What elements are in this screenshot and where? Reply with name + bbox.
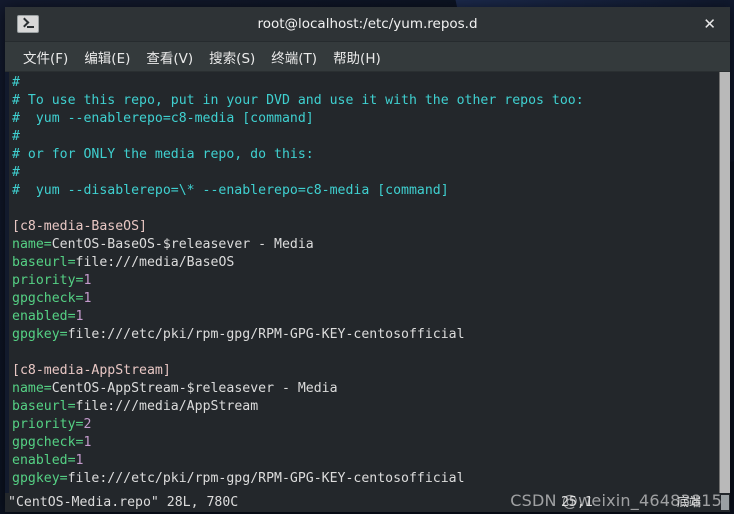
terminal-window: root@localhost:/etc/yum.repos.d ✕ 文件(F) …	[5, 7, 730, 512]
config-key: enabled=	[12, 309, 76, 324]
config-value: 1	[83, 273, 92, 288]
config-key: name=	[12, 237, 52, 252]
config-value: 1	[75, 309, 84, 324]
config-value: CentOS-BaseOS-$releasever - Media	[51, 237, 314, 252]
vim-line: [c8-media-AppStream]	[12, 362, 719, 380]
vim-scroll-location: 底端	[677, 495, 702, 509]
terminal-cursor	[721, 495, 729, 510]
config-key: priority=	[12, 273, 84, 288]
vim-line: # yum --disablerepo=\* --enablerepo=c8-m…	[12, 182, 719, 200]
vim-line: gpgkey=file:///etc/pki/rpm-gpg/RPM-GPG-K…	[12, 326, 719, 344]
comment-text: # yum --disablerepo=\* --enablerepo=c8-m…	[12, 183, 449, 198]
terminal-icon	[17, 15, 39, 33]
vim-line: priority=2	[12, 416, 719, 434]
config-value: 2	[83, 417, 92, 432]
vim-line: [c8-media-BaseOS]	[12, 218, 719, 236]
menu-item-file[interactable]: 文件(F)	[15, 45, 76, 69]
comment-text: #	[12, 165, 20, 180]
vim-line: baseurl=file:///media/BaseOS	[12, 254, 719, 272]
vim-file-info: "CentOS-Media.repo" 28L, 780C	[8, 495, 239, 510]
section-header-text: [c8-media-BaseOS]	[12, 219, 147, 234]
vim-line: # or for ONLY the media repo, do this:	[12, 146, 719, 164]
terminal-scrollbar[interactable]	[719, 72, 730, 512]
vim-line	[12, 344, 719, 362]
comment-text: #	[12, 129, 20, 144]
vim-line: enabled=1	[12, 308, 719, 326]
config-key: baseurl=	[12, 255, 76, 270]
vim-line: baseurl=file:///media/AppStream	[12, 398, 719, 416]
config-key: gpgcheck=	[12, 435, 84, 450]
config-value: file:///etc/pki/rpm-gpg/RPM-GPG-KEY-cent…	[67, 471, 465, 486]
config-key: enabled=	[12, 453, 76, 468]
config-value: file:///etc/pki/rpm-gpg/RPM-GPG-KEY-cent…	[67, 327, 465, 342]
comment-text: # yum --enablerepo=c8-media [command]	[12, 111, 314, 126]
vim-line: gpgcheck=1	[12, 434, 719, 452]
config-key: gpgcheck=	[12, 291, 84, 306]
vim-cursor-position: 25,1	[561, 495, 593, 510]
config-key: name=	[12, 381, 52, 396]
vim-line: name=CentOS-BaseOS-$releasever - Media	[12, 236, 719, 254]
close-icon[interactable]: ✕	[703, 16, 716, 32]
vim-line	[12, 200, 719, 218]
menu-item-edit[interactable]: 编辑(E)	[76, 45, 138, 69]
comment-text: # or for ONLY the media repo, do this:	[12, 147, 314, 162]
config-value: 1	[83, 435, 92, 450]
vim-line: # To use this repo, put in your DVD and …	[12, 92, 719, 110]
config-key: priority=	[12, 417, 84, 432]
config-value: 1	[75, 453, 84, 468]
comment-text: # To use this repo, put in your DVD and …	[12, 93, 584, 108]
config-key: gpgkey=	[12, 471, 68, 486]
config-value: 1	[83, 291, 92, 306]
terminal-body: # # To use this repo, put in your DVD and…	[5, 72, 730, 512]
vim-status-line: "CentOS-Media.repo" 28L, 780C 25,1 底端	[5, 493, 730, 512]
vim-line: #	[12, 164, 719, 182]
section-header-text: [c8-media-AppStream]	[12, 363, 171, 378]
window-title: root@localhost:/etc/yum.repos.d	[257, 16, 478, 32]
vim-line: #	[12, 128, 719, 146]
menu-bar: 文件(F) 编辑(E) 查看(V) 搜索(S) 终端(T) 帮助(H)	[5, 42, 730, 72]
vim-line: gpgkey=file:///etc/pki/rpm-gpg/RPM-GPG-K…	[12, 470, 719, 488]
config-value: file:///media/BaseOS	[75, 255, 235, 270]
comment-text: #	[12, 75, 20, 90]
config-value: file:///media/AppStream	[75, 399, 259, 414]
config-value: CentOS-AppStream-$releasever - Media	[51, 381, 338, 396]
vim-line: enabled=1	[12, 452, 719, 470]
vim-line: gpgcheck=1	[12, 290, 719, 308]
menu-item-search[interactable]: 搜索(S)	[201, 45, 263, 69]
menu-item-help[interactable]: 帮助(H)	[325, 45, 389, 69]
vim-line: # yum --enablerepo=c8-media [command]	[12, 110, 719, 128]
config-key: gpgkey=	[12, 327, 68, 342]
vim-line: #	[12, 74, 719, 92]
vim-line: name=CentOS-AppStream-$releasever - Medi…	[12, 380, 719, 398]
config-key: baseurl=	[12, 399, 76, 414]
vim-text-area[interactable]: # # To use this repo, put in your DVD and…	[9, 72, 719, 512]
vim-line: priority=1	[12, 272, 719, 290]
menu-item-view[interactable]: 查看(V)	[138, 45, 201, 69]
menu-item-terminal[interactable]: 终端(T)	[263, 45, 325, 69]
window-titlebar[interactable]: root@localhost:/etc/yum.repos.d ✕	[5, 7, 730, 42]
